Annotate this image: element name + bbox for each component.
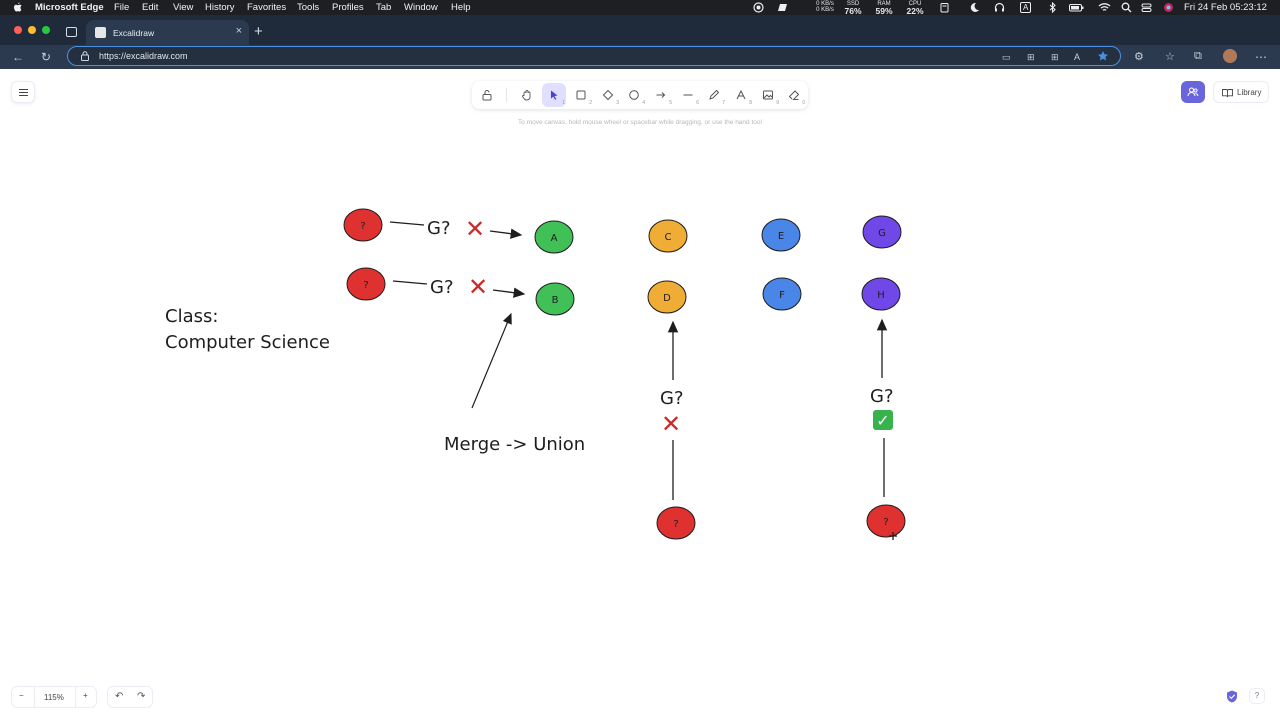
unknown-node-3-label: ?	[673, 519, 678, 530]
connector-line-2[interactable]	[392, 280, 428, 285]
class-label[interactable]: Class:	[165, 306, 218, 327]
unknown-node-4[interactable]: ?	[866, 504, 906, 538]
node-c[interactable]: C	[648, 219, 688, 253]
g-question-3[interactable]: G?	[660, 388, 684, 409]
unknown-node-1-label: ?	[360, 221, 365, 232]
arrow-to-b[interactable]	[492, 287, 526, 298]
node-h-label: H	[877, 290, 885, 301]
merge-label[interactable]: Merge -> Union	[444, 434, 585, 455]
node-d[interactable]: D	[647, 280, 687, 314]
class-name[interactable]: Computer Science	[165, 332, 330, 353]
check-mark-icon: ✓	[876, 411, 889, 430]
unknown-node-3[interactable]: ?	[656, 506, 696, 540]
merge-arrow[interactable]	[471, 312, 512, 409]
node-g[interactable]: G	[862, 215, 902, 249]
canvas-drawing: ? G? ✕ A ? G? ✕ B Class: Computer Scienc…	[165, 208, 906, 540]
g-question-4[interactable]: G?	[870, 386, 894, 407]
g-question-1[interactable]: G?	[427, 218, 451, 239]
cross-mark-2[interactable]: ✕	[468, 273, 488, 301]
cross-mark-1[interactable]: ✕	[465, 215, 485, 243]
unknown-node-2[interactable]: ?	[346, 267, 386, 301]
node-b[interactable]: B	[535, 282, 575, 316]
g-question-2[interactable]: G?	[430, 277, 454, 298]
node-a-label: A	[551, 233, 558, 244]
node-e-label: E	[778, 231, 784, 242]
node-f[interactable]: F	[762, 277, 802, 311]
connector-line-1[interactable]	[389, 221, 425, 226]
node-e[interactable]: E	[761, 218, 801, 252]
node-b-label: B	[552, 295, 559, 306]
node-d-label: D	[663, 293, 671, 304]
unknown-node-4-label: ?	[883, 517, 888, 528]
node-h[interactable]: H	[861, 277, 901, 311]
cross-mark-3[interactable]: ✕	[661, 410, 681, 438]
unknown-node-1[interactable]: ?	[343, 208, 383, 242]
node-c-label: C	[665, 232, 672, 243]
node-f-label: F	[779, 290, 785, 301]
arrow-to-a[interactable]	[489, 228, 523, 239]
node-a[interactable]: A	[534, 220, 574, 254]
unknown-node-2-label: ?	[363, 280, 368, 291]
node-g-label: G	[878, 228, 886, 239]
